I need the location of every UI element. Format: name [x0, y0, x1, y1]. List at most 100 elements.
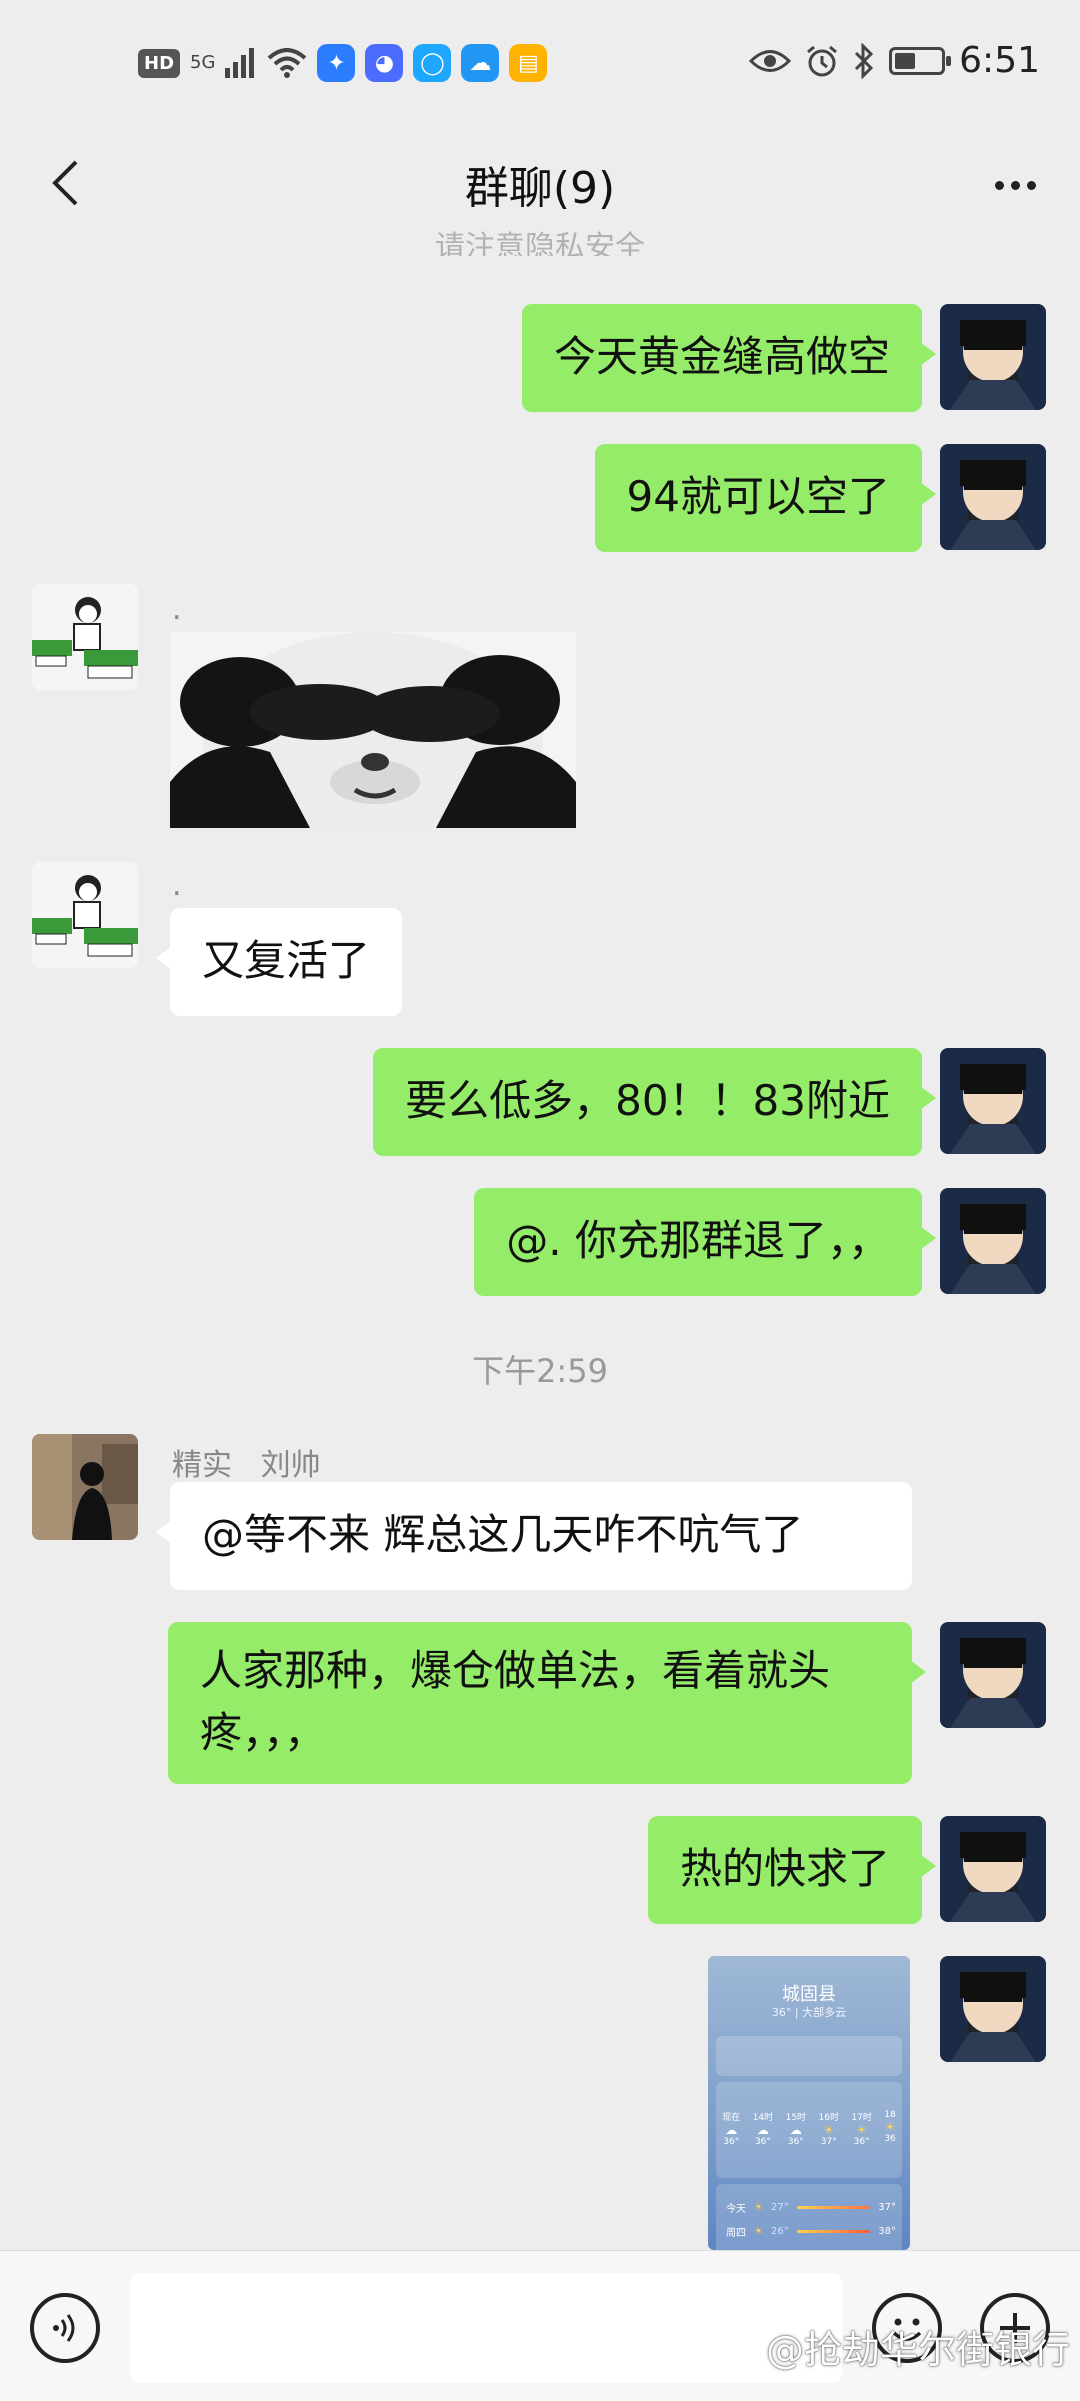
chat-title: 群聊(9) — [464, 163, 616, 214]
cloud-icon: ☁ — [725, 2123, 738, 2137]
day-label: 周四 — [726, 2228, 746, 2239]
weather-card — [716, 2036, 902, 2076]
bulb-app-icon: ✦ — [317, 44, 356, 82]
temp-range-bar — [796, 2206, 871, 2209]
day-row: 今天 ☀ 27° 37° — [726, 2200, 896, 2215]
battery-icon — [889, 46, 952, 75]
member-avatar[interactable] — [32, 584, 138, 690]
more-dot-icon — [1010, 180, 1020, 190]
hour-temp: 36° — [723, 2137, 740, 2147]
day-low: 27° — [770, 2202, 789, 2213]
message-bubble[interactable]: 热的快求了 — [647, 1816, 937, 1924]
day-high: 37° — [878, 2202, 896, 2213]
input-bar: @抢劫华尔街银行 — [0, 2250, 1080, 2401]
more-dot-icon — [994, 180, 1004, 190]
ghost-app-icon: ◕ — [365, 44, 404, 82]
hour-label: 16时 — [818, 2113, 839, 2123]
sun-cloud-icon: ☀ — [823, 2123, 835, 2137]
wifi-icon — [268, 48, 307, 78]
weather-screenshot-image[interactable]: 城固县 36° | 大部多云 现在 ☁ 36° 14时 ☁ 36° 15时 ☁ 36° 16… — [708, 1956, 910, 2250]
message-bubble[interactable]: 人家那种，爆仓做单法，看着就头疼，，， — [168, 1622, 926, 1784]
search-app-icon: ◯ — [413, 44, 452, 82]
hourly-forecast: 现在 ☁ 36° 14时 ☁ 36° 15时 ☁ 36° 16时 ☀ 37° 17时 ☀ 36° 1… — [716, 2082, 902, 2178]
message-bubble[interactable]: 94就可以空了 — [594, 444, 937, 552]
weather-summary: 36° | 大部多云 — [771, 2006, 847, 2019]
more-button[interactable] — [980, 150, 1050, 220]
voice-button[interactable] — [30, 2293, 100, 2363]
more-dot-icon — [1026, 180, 1036, 190]
daily-forecast: 今天 ☀ 27° 37° 周四 ☀ 26° 38° — [716, 2184, 902, 2250]
temp-range-bar — [796, 2230, 871, 2233]
hour-column: 18 ☀ 36 — [884, 2082, 895, 2178]
timestamp: 下午2:59 — [472, 1352, 608, 1390]
message-input[interactable] — [130, 2273, 842, 2383]
status-left: HD 5G ✦ ◕ ◯ ☁ ▤ — [138, 44, 548, 82]
day-low: 26° — [770, 2226, 789, 2237]
hour-column: 16时 ☀ 37° — [819, 2082, 839, 2178]
my-avatar[interactable] — [940, 1188, 1046, 1294]
message-text: 人家那种，爆仓做单法，看着就头疼，，， — [200, 1646, 831, 1757]
message-text: @. 你充那群退了，， — [506, 1216, 890, 1265]
weather-app-icon: ☁ — [461, 44, 500, 82]
watermark: @抢劫华尔街银行 — [765, 2328, 1070, 2372]
message-bubble[interactable]: 又复活了 — [155, 908, 403, 1016]
my-avatar[interactable] — [940, 304, 1046, 410]
message-text: 要么低多，80！！83附近 — [405, 1076, 890, 1125]
folder-app-icon: ▤ — [509, 44, 548, 82]
message-text: 热的快求了 — [679, 1844, 890, 1893]
hour-column: 15时 ☁ 36° — [786, 2082, 806, 2178]
voice-icon — [53, 2314, 75, 2342]
hour-temp: 36° — [787, 2137, 804, 2147]
day-label: 今天 — [726, 2204, 746, 2215]
sender-name: . — [172, 592, 182, 627]
message-bubble[interactable]: 要么低多，80！！83附近 — [373, 1048, 936, 1156]
cloud-icon: ☁ — [756, 2123, 769, 2137]
hour-label: 17时 — [851, 2113, 872, 2123]
sender-name: 精实 刘帅 — [172, 1448, 321, 1483]
sender-name: . — [172, 868, 182, 903]
signal-icon — [225, 48, 255, 78]
message-text: 又复活了 — [202, 936, 371, 985]
hour-column: 17时 ☀ 36° — [851, 2082, 871, 2178]
my-avatar[interactable] — [940, 1956, 1046, 2062]
clock: 6:51 — [959, 40, 1040, 81]
member-avatar[interactable] — [32, 862, 138, 968]
day-row: 周四 ☀ 26° 38° — [726, 2224, 896, 2239]
eye-icon — [749, 49, 792, 72]
status-bar: HD 5G ✦ ◕ ◯ ☁ ▤ 6:51 — [0, 0, 1080, 130]
message-bubble[interactable]: 今天黄金缝高做空 — [521, 304, 937, 412]
privacy-notice: 请注意隐私安全 — [435, 230, 645, 256]
hour-label: 18 — [884, 2110, 896, 2120]
my-avatar[interactable] — [940, 444, 1046, 550]
bluetooth-icon — [855, 42, 874, 79]
my-avatar[interactable] — [940, 1816, 1046, 1922]
message-bubble[interactable]: @. 你充那群退了，， — [474, 1188, 936, 1296]
hour-column: 14时 ☁ 36° — [753, 2082, 773, 2178]
hour-temp: 36 — [884, 2134, 896, 2144]
sun-cloud-icon: ☀ — [856, 2123, 868, 2137]
status-right: 6:51 — [749, 40, 1040, 81]
hour-column: 现在 ☁ 36° — [722, 2082, 740, 2178]
my-avatar[interactable] — [940, 1622, 1046, 1728]
weather-location: 城固县 — [782, 1984, 836, 2005]
hour-label: 14时 — [752, 2113, 774, 2123]
hour-temp: 37° — [820, 2137, 837, 2147]
hour-label: 现在 — [722, 2113, 741, 2123]
member-avatar[interactable] — [32, 1434, 138, 1540]
cloud-icon: ☁ — [789, 2123, 802, 2137]
message-text: 94就可以空了 — [626, 472, 890, 521]
panda-sticker[interactable] — [170, 632, 576, 828]
sun-cloud-icon: ☀ — [754, 2226, 763, 2237]
hour-temp: 36° — [853, 2137, 870, 2147]
day-high: 38° — [878, 2226, 896, 2237]
alarm-icon — [807, 45, 838, 76]
hour-label: 15时 — [785, 2113, 807, 2123]
message-bubble[interactable]: @等不来 辉总这几天咋不吭气了 — [156, 1482, 912, 1590]
my-avatar[interactable] — [940, 1048, 1046, 1154]
hour-temp: 36° — [754, 2137, 771, 2147]
message-text: 今天黄金缝高做空 — [553, 332, 890, 381]
network-label: 5G — [190, 52, 216, 73]
sun-cloud-icon: ☀ — [754, 2202, 763, 2213]
sun-cloud-icon: ☀ — [884, 2120, 896, 2134]
hd-badge: HD — [138, 48, 181, 78]
